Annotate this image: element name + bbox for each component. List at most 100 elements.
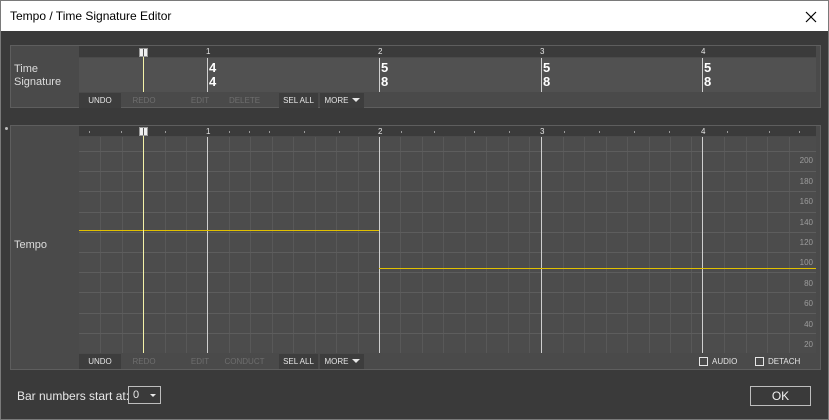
ts-delete-button[interactable]: DELETE xyxy=(222,93,267,108)
tempo-ruler-tick xyxy=(434,131,435,133)
tempo-ruler-bar-3: 3 xyxy=(540,127,545,136)
tempo-grid-h xyxy=(79,191,816,193)
tempo-bar-line-2 xyxy=(379,137,380,353)
y-label-80: 80 xyxy=(804,279,813,288)
tempo-ruler-tick xyxy=(799,131,800,133)
ts-numerator-bar-3[interactable]: 5 xyxy=(543,61,550,74)
tempo-ruler-bar-2: 2 xyxy=(378,127,383,136)
tempo-playhead-handle[interactable] xyxy=(139,127,148,136)
y-label-60: 60 xyxy=(804,299,813,308)
tempo-grid-h xyxy=(79,292,816,294)
tempo-grid-v xyxy=(186,137,187,353)
tempo-ruler-tick xyxy=(249,131,250,133)
ts-bar-line-3 xyxy=(541,58,542,92)
tempo-ruler[interactable]: 1 2 3 4 xyxy=(79,126,816,136)
ts-redo-button[interactable]: REDO xyxy=(123,93,165,108)
bar-numbers-start-label: Bar numbers start at: xyxy=(17,389,130,403)
tempo-ruler-tick xyxy=(599,131,600,133)
tempo-bar-line-4 xyxy=(702,137,703,353)
close-button[interactable] xyxy=(794,1,828,32)
chevron-down-icon xyxy=(150,394,156,397)
tempo-more-button[interactable]: MORE xyxy=(320,354,364,369)
chevron-down-icon xyxy=(351,98,360,102)
tempo-grid-v xyxy=(789,137,790,353)
tempo-undo-button[interactable]: UNDO xyxy=(79,354,121,369)
ts-numerator-bar-2[interactable]: 5 xyxy=(381,61,388,74)
ts-more-label: MORE xyxy=(324,96,349,105)
ts-ruler-bar-1: 1 xyxy=(206,47,211,56)
detach-checkbox[interactable]: DETACH xyxy=(755,354,800,369)
tempo-grid-h xyxy=(79,272,816,274)
tempo-conduct-button[interactable]: CONDUCT xyxy=(222,354,267,369)
ts-numerator-bar-1[interactable]: 4 xyxy=(209,61,216,74)
bar-numbers-start-select[interactable]: 0 xyxy=(128,386,161,404)
tempo-grid-v xyxy=(336,137,337,353)
tempo-ruler-tick xyxy=(401,131,402,133)
ts-numerator-bar-4[interactable]: 5 xyxy=(704,61,711,74)
ts-denominator-bar-2[interactable]: 8 xyxy=(381,75,388,88)
ts-denominator-bar-4[interactable]: 8 xyxy=(704,75,711,88)
tempo-grid-v xyxy=(746,137,747,353)
audio-checkbox[interactable]: AUDIO xyxy=(699,354,737,369)
ts-more-button[interactable]: MORE xyxy=(320,93,364,108)
tempo-sel-all-button[interactable]: SEL ALL xyxy=(279,354,318,369)
y-label-20: 20 xyxy=(804,340,813,349)
ts-toolbar: UNDO REDO EDIT DELETE SEL ALL MORE xyxy=(79,93,816,108)
tempo-ruler-tick xyxy=(474,131,475,133)
ts-denominator-bar-3[interactable]: 8 xyxy=(543,75,550,88)
tempo-ruler-tick xyxy=(339,131,340,133)
y-label-40: 40 xyxy=(804,320,813,329)
tempo-grid-v xyxy=(293,137,294,353)
tempo-grid-v xyxy=(670,137,671,353)
tempo-grid-h xyxy=(79,151,816,153)
tempo-grid-v xyxy=(358,137,359,353)
y-label-160: 160 xyxy=(799,197,813,206)
tempo-label: Tempo xyxy=(14,239,48,251)
ts-edit-button[interactable]: EDIT xyxy=(179,93,221,108)
tempo-grid-h xyxy=(79,211,816,213)
tempo-ruler-tick xyxy=(727,131,728,133)
window-title: Tempo / Time Signature Editor xyxy=(10,9,172,23)
tempo-grid-v xyxy=(606,137,607,353)
y-label-180: 180 xyxy=(799,177,813,186)
tempo-ruler-tick xyxy=(669,131,670,133)
tempo-grid-v xyxy=(724,137,725,353)
y-label-100: 100 xyxy=(799,258,813,267)
tempo-toolbar: UNDO REDO EDIT CONDUCT SEL ALL MORE AUDI… xyxy=(79,354,816,369)
ts-playhead-handle[interactable] xyxy=(139,48,148,57)
ts-denominator-bar-1[interactable]: 4 xyxy=(209,75,216,88)
tempo-graph[interactable]: 200 180 160 140 120 100 80 60 40 20 xyxy=(79,137,816,353)
tempo-ruler-tick xyxy=(304,131,305,133)
tempo-grid-v xyxy=(250,137,251,353)
tempo-redo-button[interactable]: REDO xyxy=(123,354,165,369)
tempo-grid-v xyxy=(400,137,401,353)
tempo-grid-v xyxy=(563,137,564,353)
tempo-grid-v xyxy=(315,137,316,353)
ts-undo-button[interactable]: UNDO xyxy=(79,93,121,108)
close-icon xyxy=(805,11,817,22)
tempo-grid-v xyxy=(508,137,509,353)
tempo-grid-v xyxy=(584,137,585,353)
time-signature-label-line1: Time xyxy=(14,63,39,75)
tempo-grid-h xyxy=(79,231,816,233)
ts-ruler-bar-3: 3 xyxy=(540,47,545,56)
ts-bar-line-2 xyxy=(379,58,380,92)
tempo-grid-v xyxy=(529,137,530,353)
tempo-ruler-tick xyxy=(634,131,635,133)
ts-sel-all-button[interactable]: SEL ALL xyxy=(279,93,318,108)
ok-button[interactable]: OK xyxy=(750,386,811,406)
tempo-grid-v xyxy=(100,137,101,353)
time-signature-label-line2: Signature xyxy=(14,76,62,88)
ts-ruler-bar-2: 2 xyxy=(378,47,383,56)
tempo-grid-h xyxy=(79,252,816,254)
tempo-segment-1[interactable] xyxy=(79,230,379,231)
chevron-down-icon xyxy=(351,359,360,363)
tempo-segment-2[interactable] xyxy=(379,268,816,269)
side-marker xyxy=(5,127,8,130)
tempo-edit-button[interactable]: EDIT xyxy=(179,354,221,369)
tempo-playhead-line xyxy=(143,132,144,353)
ts-lane[interactable]: 4 4 5 8 5 8 5 8 xyxy=(79,58,816,92)
tempo-grid-v xyxy=(422,137,423,353)
tempo-grid-v xyxy=(165,137,166,353)
ts-ruler[interactable]: 1 2 3 4 xyxy=(79,46,816,57)
